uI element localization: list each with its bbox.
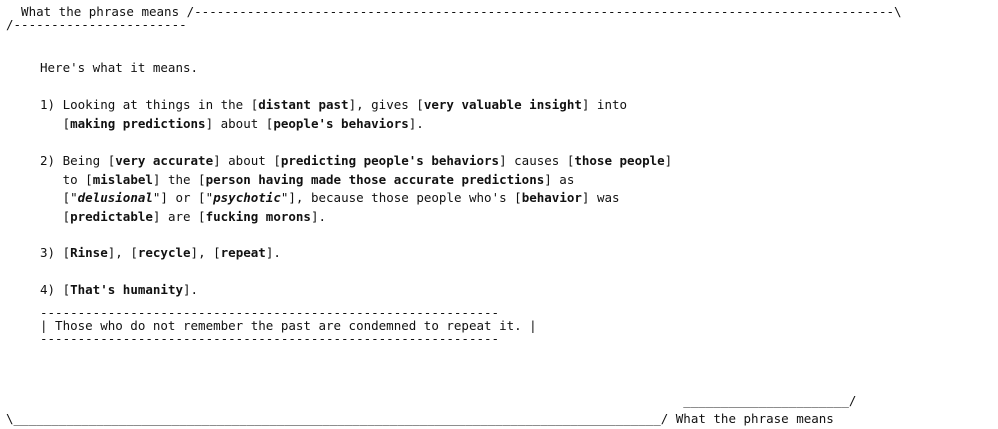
item-text-segment: predictable [70, 208, 153, 224]
item-text-segment: very valuable insight [423, 97, 582, 112]
item-text-segment: ] causes [ [499, 153, 575, 168]
item-text-segment: ] the [ [152, 171, 206, 187]
item-text-segment: ], [ [107, 245, 138, 260]
item-1: 1) Looking at things in the [ distant pas… [40, 96, 627, 133]
intro-text: Here's what it means. [40, 60, 199, 75]
item-text-segment: ] into [581, 97, 628, 112]
item-text-segment: those people [574, 153, 665, 168]
item-text-segment: 1) Looking at things in the [40, 97, 251, 112]
item-4: 4) [That's humanity]. [40, 281, 198, 300]
footer-upper-line: ______________________/ [6, 393, 857, 408]
item-text-segment: ]. [265, 245, 281, 260]
item-text-segment: That's humanity [70, 282, 183, 297]
item-2-line: [predictable] are [fucking morons]. [40, 208, 672, 227]
item-1-line: 1) Looking at things in the [distant pas… [40, 96, 627, 115]
item-2-line: to [mislabel] the [person having made th… [40, 171, 672, 190]
item-text-segment: ]. [408, 115, 424, 131]
item-text-segment: ], gives [ [348, 97, 424, 112]
item-text-segment: 3) [ [40, 245, 71, 260]
item-2-line: ["delusional"] or ["psychotic"], because… [40, 189, 672, 208]
item-2-line: 2) Being [very accurate] about [predicti… [40, 152, 672, 171]
item-text-segment: psychotic [213, 190, 281, 205]
item-text-segment: ] was [581, 190, 620, 205]
item-text-segment: making predictions [70, 115, 206, 131]
item-text-segment: ] [664, 153, 673, 168]
item-text-segment: person having made those accurate predic… [205, 171, 545, 187]
item-text-segment: "] or [" [152, 190, 214, 205]
item-text-segment: 4) [ [40, 282, 71, 297]
item-text-segment: people's behaviors [273, 115, 409, 131]
item-text-segment: recycle [137, 245, 191, 260]
item-text-segment: mislabel [92, 171, 153, 187]
item-text-segment: ] are [ [152, 208, 206, 224]
item-1-line: [making predictions] about [people's beh… [40, 115, 627, 134]
header-second-line: /----------------------- [6, 17, 187, 32]
item-3: 3) [Rinse], [recycle], [repeat]. [40, 244, 281, 263]
item-text-segment: [ [40, 115, 71, 131]
item-text-segment: very accurate [115, 153, 214, 168]
item-text-segment: to [ [40, 171, 93, 187]
item-text-segment: [ [40, 208, 71, 224]
item-text-segment: Rinse [70, 245, 108, 260]
item-text-segment: ] about [ [213, 153, 281, 168]
item-text-segment: "], because those people who's [ [280, 190, 522, 205]
item-4-line: 4) [That's humanity]. [40, 281, 198, 300]
item-2: 2) Being [very accurate] about [predicti… [40, 152, 672, 226]
footer-bottom-line: \_______________________________________… [6, 411, 834, 426]
item-text-segment: ] as [544, 171, 575, 187]
quote-box-bottom-border: ----------------------------------------… [40, 331, 500, 346]
item-text-segment: [" [40, 190, 78, 205]
item-text-segment: ]. [310, 208, 327, 224]
item-text-segment: 2) Being [ [40, 153, 116, 168]
item-text-segment: ] about [ [205, 115, 274, 131]
item-3-line: 3) [Rinse], [recycle], [repeat]. [40, 244, 281, 263]
item-text-segment: predicting people's behaviors [280, 153, 500, 168]
item-text-segment: delusional [77, 190, 153, 205]
item-text-segment: repeat [220, 245, 266, 260]
item-text-segment: fucking morons [205, 208, 311, 224]
item-text-segment: ]. [183, 282, 199, 297]
item-text-segment: distant past [258, 97, 349, 112]
item-text-segment: ], [ [190, 245, 221, 260]
item-text-segment: behavior [521, 190, 582, 205]
